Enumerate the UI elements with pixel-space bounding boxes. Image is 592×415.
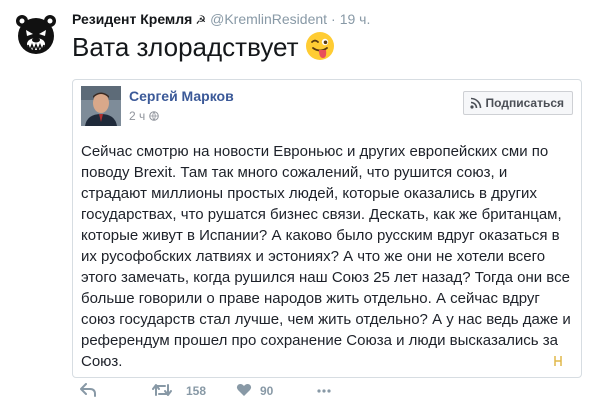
watermark-icon xyxy=(554,356,562,366)
heart-icon xyxy=(236,384,252,396)
embed-post-paragraph: Сейчас смотрю на новости Евроньюс и друг… xyxy=(81,143,571,370)
tweet-text-content: Вата злорадствует xyxy=(72,32,299,62)
author-handle[interactable]: @KremlinResident xyxy=(210,11,327,27)
separator-dot: · xyxy=(331,11,336,27)
embed-time-text: 2 ч xyxy=(129,109,146,123)
embed-header: Сергей Марков 2 ч Подписаться xyxy=(73,80,581,130)
author-name[interactable]: Резидент Кремля xyxy=(72,11,192,27)
tweet: Резидент Кремля ☭ @KremlinResident · 19 ч. В… xyxy=(0,0,592,415)
like-button[interactable]: 90 xyxy=(236,381,286,401)
like-count: 90 xyxy=(260,384,274,398)
more-dots-icon xyxy=(317,389,331,393)
globe-icon xyxy=(149,111,160,121)
rss-icon xyxy=(469,97,481,109)
subscribe-button[interactable]: Подписаться xyxy=(462,91,573,115)
profile-avatar[interactable] xyxy=(12,10,60,58)
retweet-button[interactable]: 158 xyxy=(152,381,212,401)
tweet-timestamp[interactable]: 19 ч. xyxy=(340,11,371,27)
embed-timestamp: 2 ч xyxy=(129,109,160,123)
subscribe-label: Подписаться xyxy=(485,96,564,110)
reply-button[interactable] xyxy=(80,381,104,401)
embedded-facebook-post[interactable]: Сергей Марков 2 ч Подписаться Сейчас смо… xyxy=(72,79,582,378)
retweet-count: 158 xyxy=(186,384,207,398)
winking-face-with-tongue-icon xyxy=(305,32,334,60)
tweet-text: Вата злорадствует xyxy=(72,30,335,64)
retweet-icon xyxy=(152,384,172,396)
hammer-sickle-icon: ☭ xyxy=(195,13,207,27)
embed-post-text: Сейчас смотрю на новости Евроньюс и друг… xyxy=(81,141,573,372)
more-actions-button[interactable] xyxy=(316,381,336,401)
embed-author-avatar[interactable] xyxy=(81,86,121,126)
reply-icon xyxy=(80,383,96,397)
embed-author-name[interactable]: Сергей Марков xyxy=(129,88,234,104)
tweet-header: Резидент Кремля ☭ @KremlinResident · 19 ч. xyxy=(72,11,370,27)
